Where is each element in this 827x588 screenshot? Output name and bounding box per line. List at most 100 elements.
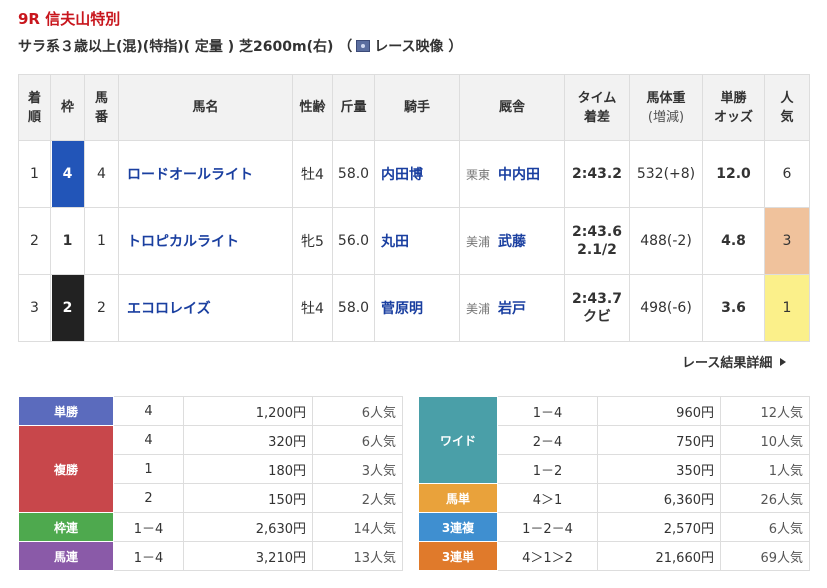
payout-popularity: 12人気 (720, 396, 810, 426)
payout-combo: 1－2－4 (497, 512, 598, 542)
sex-age-cell: 牡4 (292, 140, 333, 208)
trainer-link[interactable]: 武藤 (498, 234, 526, 250)
payout-amount: 2,570円 (597, 512, 721, 542)
bet-type-wide: ワイド (418, 396, 498, 484)
bet-type-fukusho: 複勝 (18, 425, 114, 513)
stable-region: 栗東 (466, 168, 491, 182)
payout-row: 枠連 1－4 2,630円 14人気 (18, 512, 403, 542)
payout-row: ワイド 1－4 960円 12人気 (418, 396, 810, 484)
table-row: 2 1 1 トロピカルライト 牝5 56.0 丸田 美浦 武藤 2:43.6 2.1… (18, 207, 810, 275)
payout-row: 3連単 4＞1＞2 21,660円 69人気 (418, 541, 810, 571)
payout-amount: 6,360円 (597, 483, 721, 513)
header-name: 馬名 (118, 74, 293, 141)
race-conditions: サラ系３歳以上(混)(特指)( 定量 ) 芝2600m(右) （ レース映像 ） (18, 36, 462, 56)
payout-popularity: 26人気 (720, 483, 810, 513)
weight-cell: 56.0 (332, 207, 375, 275)
payout-table-left: 単勝 4 1,200円 6人気 複勝 4 320円 6人気 1 180円 3人気… (18, 396, 403, 571)
stable-cell: 栗東 中内田 (459, 140, 565, 208)
stable-cell: 美浦 岩戸 (459, 274, 565, 342)
payout-popularity: 3人気 (312, 454, 403, 484)
body-weight-cell: 532(+8) (629, 140, 703, 208)
body-weight-cell: 498(-6) (629, 274, 703, 342)
payout-amount: 3,210円 (183, 541, 313, 571)
body-weight-cell: 488(-2) (629, 207, 703, 275)
payout-row: 複勝 4 320円 6人気 (18, 425, 403, 513)
header-horse-no: 馬番 (84, 74, 119, 141)
rank-cell: 2 (18, 207, 51, 275)
waku-badge: 1 (51, 208, 84, 274)
bet-type-sanrentan: 3連単 (418, 541, 498, 571)
table-row: 1 4 4 ロードオールライト 牡4 58.0 内田博 栗東 中内田 2:43.2… (18, 140, 810, 208)
payout-combo: 4＞1 (497, 483, 598, 513)
sex-age-cell: 牝5 (292, 207, 333, 275)
margin: クビ (583, 309, 611, 325)
header-time: タイム 着差 (564, 74, 630, 141)
video-icon[interactable] (356, 40, 371, 52)
stable-region: 美浦 (466, 235, 491, 249)
bet-type-sanrenpuku: 3連複 (418, 512, 498, 542)
payout-popularity: 1人気 (720, 454, 810, 484)
header-jockey: 騎手 (374, 74, 460, 141)
payout-row: 単勝 4 1,200円 6人気 (18, 396, 403, 426)
payout-popularity: 6人気 (312, 396, 403, 426)
trainer-link[interactable]: 中内田 (498, 167, 540, 183)
payout-amount: 150円 (183, 483, 313, 513)
payout-amount: 960円 (597, 396, 721, 426)
horse-name-link[interactable]: エコロレイズ (118, 274, 293, 342)
trainer-link[interactable]: 岩戸 (498, 301, 526, 317)
payout-combo: 1－2 (497, 454, 598, 484)
horse-no-cell: 2 (84, 274, 119, 342)
bet-type-tansho: 単勝 (18, 396, 114, 426)
arrow-right-icon (780, 358, 787, 366)
horse-name-link[interactable]: ロードオールライト (118, 140, 293, 208)
race-title: 9R 信夫山特別 (18, 10, 121, 28)
bet-type-wakuren: 枠連 (18, 512, 114, 542)
jockey-link[interactable]: 菅原明 (374, 274, 460, 342)
header-weight: 斤量 (332, 74, 375, 141)
popularity-cell: 6 (764, 140, 810, 208)
payout-row: 馬連 1－4 3,210円 13人気 (18, 541, 403, 571)
payout-popularity: 6人気 (720, 512, 810, 542)
payout-popularity: 14人気 (312, 512, 403, 542)
payout-amount: 1,200円 (183, 396, 313, 426)
stable-region: 美浦 (466, 302, 491, 316)
header-waku: 枠 (50, 74, 85, 141)
payout-popularity: 2人気 (312, 483, 403, 513)
race-video-link[interactable]: レース映像 ） (374, 39, 462, 55)
result-header-row: 着順 枠 馬番 馬名 性齢 斤量 騎手 厩舎 タイム 着差 馬体重 (増減) 単勝オ… (18, 74, 810, 141)
horse-name-link[interactable]: トロピカルライト (118, 207, 293, 275)
odds-cell: 3.6 (702, 274, 765, 342)
payout-amount: 180円 (183, 454, 313, 484)
jockey-link[interactable]: 内田博 (374, 140, 460, 208)
payout-combo: 4＞1＞2 (497, 541, 598, 571)
payout-combo: 1－4 (113, 512, 184, 542)
race-detail-link[interactable]: レース結果詳細 (682, 352, 787, 371)
payout-combo: 1－4 (497, 396, 598, 426)
horse-no-cell: 4 (84, 140, 119, 208)
race-conditions-text: サラ系３歳以上(混)(特指)( 定量 ) 芝2600m(右) （ (18, 39, 353, 55)
payout-popularity: 10人気 (720, 425, 810, 455)
time-cell: 2:43.2 (564, 140, 630, 208)
payout-combo: 2－4 (497, 425, 598, 455)
payout-popularity: 13人気 (312, 541, 403, 571)
odds-cell: 4.8 (702, 207, 765, 275)
waku-badge: 2 (51, 275, 84, 341)
header-odds: 単勝 オッズ (702, 74, 765, 141)
payout-row: 馬単 4＞1 6,360円 26人気 (418, 483, 810, 513)
jockey-link[interactable]: 丸田 (374, 207, 460, 275)
payout-popularity: 6人気 (312, 425, 403, 455)
payout-combo: 4 (113, 396, 184, 426)
horse-no-cell: 1 (84, 207, 119, 275)
payout-combo: 2 (113, 483, 184, 513)
odds-cell: 12.0 (702, 140, 765, 208)
bet-type-umaren: 馬連 (18, 541, 114, 571)
rank-cell: 1 (18, 140, 51, 208)
popularity-cell: 3 (764, 207, 810, 275)
table-row: 3 2 2 エコロレイズ 牡4 58.0 菅原明 美浦 岩戸 2:43.7 クビ 4… (18, 274, 810, 342)
payout-combo: 1 (113, 454, 184, 484)
payout-table-right: ワイド 1－4 960円 12人気 2－4 750円 10人気 1－2 350円… (418, 396, 810, 571)
sex-age-cell: 牡4 (292, 274, 333, 342)
margin: 2.1/2 (577, 242, 617, 258)
payout-amount: 2,630円 (183, 512, 313, 542)
weight-cell: 58.0 (332, 140, 375, 208)
